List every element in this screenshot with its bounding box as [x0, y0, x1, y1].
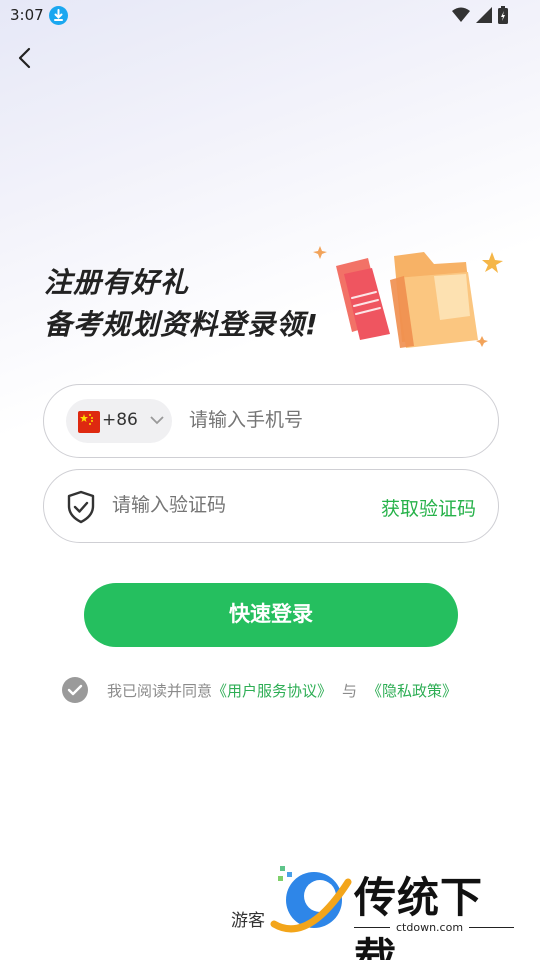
flag-icon — [78, 411, 100, 433]
agreement-prefix: 我已阅读并同意 — [107, 681, 213, 700]
download-icon — [49, 6, 68, 25]
headline: 注册有好礼 备考规划资料登录领! — [44, 262, 319, 346]
country-code-selector[interactable]: +86 — [66, 399, 172, 443]
watermark-title: 传统下载 — [354, 873, 484, 960]
headline-line-2: 备考规划资料登录领! — [44, 308, 319, 341]
signal-icon — [476, 7, 492, 23]
watermark-url: ctdown.com — [390, 921, 470, 934]
chevron-down-icon — [150, 416, 164, 425]
guest-login-link[interactable]: 游客 — [231, 906, 265, 931]
terms-link[interactable]: 《用户服务协议》 — [212, 680, 332, 701]
privacy-link[interactable]: 《隐私政策》 — [367, 680, 457, 701]
back-icon — [18, 47, 31, 69]
get-code-button[interactable]: 获取验证码 — [381, 494, 476, 521]
status-time: 3:07 — [10, 6, 44, 24]
code-input[interactable] — [112, 494, 352, 516]
agreement-checkbox[interactable] — [62, 677, 88, 703]
phone-field: +86 — [43, 384, 499, 458]
country-code-label: +86 — [102, 410, 138, 430]
status-bar: 3:07 — [0, 0, 540, 32]
phone-input[interactable] — [189, 409, 469, 431]
code-field: 获取验证码 — [43, 469, 499, 543]
battery-icon — [498, 6, 508, 24]
agreement-and: 与 — [342, 681, 358, 700]
folder-illustration — [313, 246, 503, 348]
back-button[interactable] — [12, 44, 40, 72]
login-button[interactable]: 快速登录 — [84, 583, 458, 647]
watermark-logo — [270, 866, 352, 933]
wifi-icon — [452, 7, 470, 22]
check-icon — [67, 684, 83, 696]
headline-line-1: 注册有好礼 — [44, 266, 190, 299]
agreement-row: 我已阅读并同意 《用户服务协议》 与 《隐私政策》 — [62, 676, 457, 704]
status-icons — [452, 6, 508, 24]
shield-icon — [67, 490, 95, 524]
site-watermark: 传统下载 ctdown.com — [268, 862, 520, 960]
